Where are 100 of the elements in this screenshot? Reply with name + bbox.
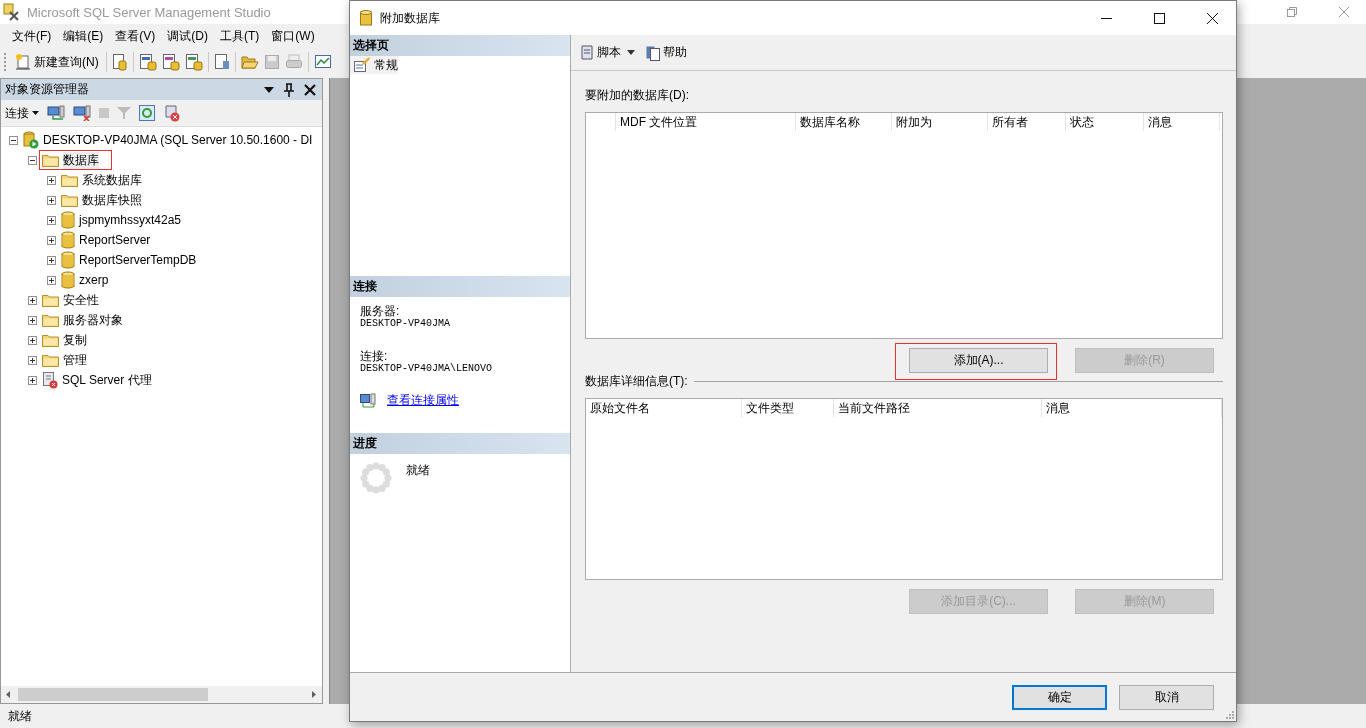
section-header: 连接 — [350, 276, 570, 297]
refresh-icon[interactable] — [139, 105, 155, 121]
expand-toggle[interactable] — [28, 155, 37, 165]
tree-item[interactable]: 服务器对象 — [40, 311, 125, 329]
window-title: Microsoft SQL Server Management Studio — [27, 4, 271, 20]
database-file-icon[interactable] — [111, 53, 128, 71]
ok-button[interactable]: 确定 — [1012, 684, 1107, 710]
dropdown-icon[interactable] — [627, 50, 635, 55]
tree-item[interactable]: SQL Server 代理 — [40, 371, 154, 389]
expand-toggle[interactable] — [47, 275, 56, 285]
database-file-icon[interactable] — [138, 53, 157, 71]
resize-grip-icon[interactable] — [1226, 711, 1234, 719]
close-icon[interactable] — [304, 83, 316, 96]
expand-toggle[interactable] — [47, 255, 56, 265]
server-icon — [23, 131, 39, 149]
connect-server-icon[interactable] — [47, 105, 65, 121]
database-file-icon[interactable] — [184, 53, 203, 71]
folder-open-icon[interactable] — [240, 54, 259, 70]
dropdown-icon[interactable] — [264, 86, 274, 93]
restore-icon[interactable] — [1287, 7, 1297, 17]
progress-status: 就绪 — [406, 462, 430, 479]
pin-icon[interactable] — [284, 82, 294, 97]
dialog-title: 附加数据库 — [380, 9, 440, 27]
folder-icon — [42, 153, 59, 167]
connection-icon — [360, 392, 376, 409]
folder-icon — [42, 293, 59, 307]
new-query-icon — [15, 54, 31, 70]
database-icon — [61, 211, 75, 229]
column-header[interactable]: 消息 — [1042, 399, 1222, 417]
folder-icon — [42, 333, 59, 347]
help-button[interactable]: 帮助 — [645, 43, 687, 62]
expand-toggle[interactable] — [28, 295, 37, 305]
section-header: 进度 — [350, 433, 570, 454]
field-label: 服务器: — [360, 305, 401, 318]
script-icon — [579, 43, 595, 62]
tree-item[interactable]: ReportServer — [59, 231, 153, 249]
tree-item[interactable]: jspmymhssyxt42a5 — [59, 211, 184, 229]
tree-item[interactable]: DESKTOP-VP40JMA (SQL Server 10.50.1600 - DI — [21, 131, 315, 149]
tree-item[interactable]: ReportServerTempDB — [59, 251, 199, 269]
connect-button[interactable]: 连接 — [5, 104, 39, 122]
menu-item[interactable]: 调试(D) — [161, 25, 214, 47]
tree-item[interactable]: 安全性 — [40, 291, 101, 309]
expand-toggle[interactable] — [28, 315, 37, 325]
agent-icon — [42, 371, 58, 389]
tree-item[interactable]: zxerp — [59, 271, 111, 289]
column-header[interactable]: 数据库名称 — [796, 113, 892, 131]
field-value: DESKTOP-VP40JMA\LENOVO — [360, 363, 494, 375]
scroll-cancel-icon[interactable] — [163, 104, 181, 122]
status-text: 就绪 — [8, 707, 32, 725]
folder-icon — [61, 193, 78, 207]
expand-toggle[interactable] — [47, 215, 56, 225]
close-icon[interactable] — [1207, 12, 1218, 24]
column-header[interactable]: 文件类型 — [742, 399, 834, 417]
folder-icon — [42, 313, 59, 327]
document-icon[interactable] — [213, 53, 230, 71]
expand-toggle[interactable] — [47, 195, 56, 205]
caret-icon — [32, 111, 39, 115]
column-header[interactable]: 所有者 — [988, 113, 1066, 131]
expand-toggle[interactable] — [9, 135, 18, 145]
menu-item[interactable]: 窗口(W) — [265, 25, 321, 47]
tree-item[interactable]: 管理 — [40, 351, 89, 369]
spinner-icon — [360, 462, 392, 494]
database-file-icon[interactable] — [161, 53, 180, 71]
column-header[interactable]: 状态 — [1066, 113, 1144, 131]
expand-toggle[interactable] — [47, 235, 56, 245]
properties-link[interactable]: 查看连接属性 — [387, 392, 459, 409]
page-item[interactable]: 常规 — [350, 56, 398, 74]
folder-icon — [42, 353, 59, 367]
menu-item[interactable]: 工具(T) — [214, 25, 266, 47]
expand-toggle[interactable] — [47, 175, 56, 185]
expand-toggle[interactable] — [28, 375, 37, 385]
expand-toggle[interactable] — [28, 335, 37, 345]
database-icon — [61, 271, 75, 289]
maximize-icon[interactable] — [1154, 12, 1165, 24]
column-header[interactable]: 原始文件名 — [586, 399, 742, 417]
menu-item[interactable]: 文件(F) — [6, 25, 58, 47]
column-header[interactable]: MDF 文件位置 — [616, 113, 796, 131]
field-value: DESKTOP-VP40JMA — [360, 318, 451, 330]
section-label: 数据库详细信息(T): — [585, 373, 688, 390]
disconnect-icon[interactable] — [73, 105, 91, 121]
column-header[interactable]: 附加为 — [892, 113, 988, 131]
script-button[interactable]: 脚本 — [579, 43, 621, 62]
menu-item[interactable]: 查看(V) — [109, 25, 162, 47]
tree-item[interactable]: 复制 — [40, 331, 89, 349]
cancel-button[interactable]: 取消 — [1119, 684, 1214, 710]
dialog-button[interactable]: 添加(A)... — [909, 348, 1048, 373]
column-header[interactable]: 当前文件路径 — [834, 399, 1042, 417]
new-query-button[interactable]: 新建查询(N) — [13, 53, 101, 71]
database-icon — [61, 251, 75, 269]
tree-item[interactable]: 数据库快照 — [59, 191, 144, 209]
scrollbar-drawing[interactable] — [1, 686, 322, 703]
panel-title: 对象资源管理器 — [5, 81, 90, 98]
folder-icon — [61, 173, 78, 187]
expand-toggle[interactable] — [28, 355, 37, 365]
menu-item[interactable]: 编辑(E) — [57, 25, 110, 47]
column-header[interactable]: 消息 — [1144, 113, 1220, 131]
chart-icon[interactable] — [313, 54, 332, 70]
section-label: 要附加的数据库(D): — [585, 87, 690, 104]
tree-item[interactable]: 系统数据库 — [59, 171, 144, 189]
page-icon — [353, 57, 371, 73]
